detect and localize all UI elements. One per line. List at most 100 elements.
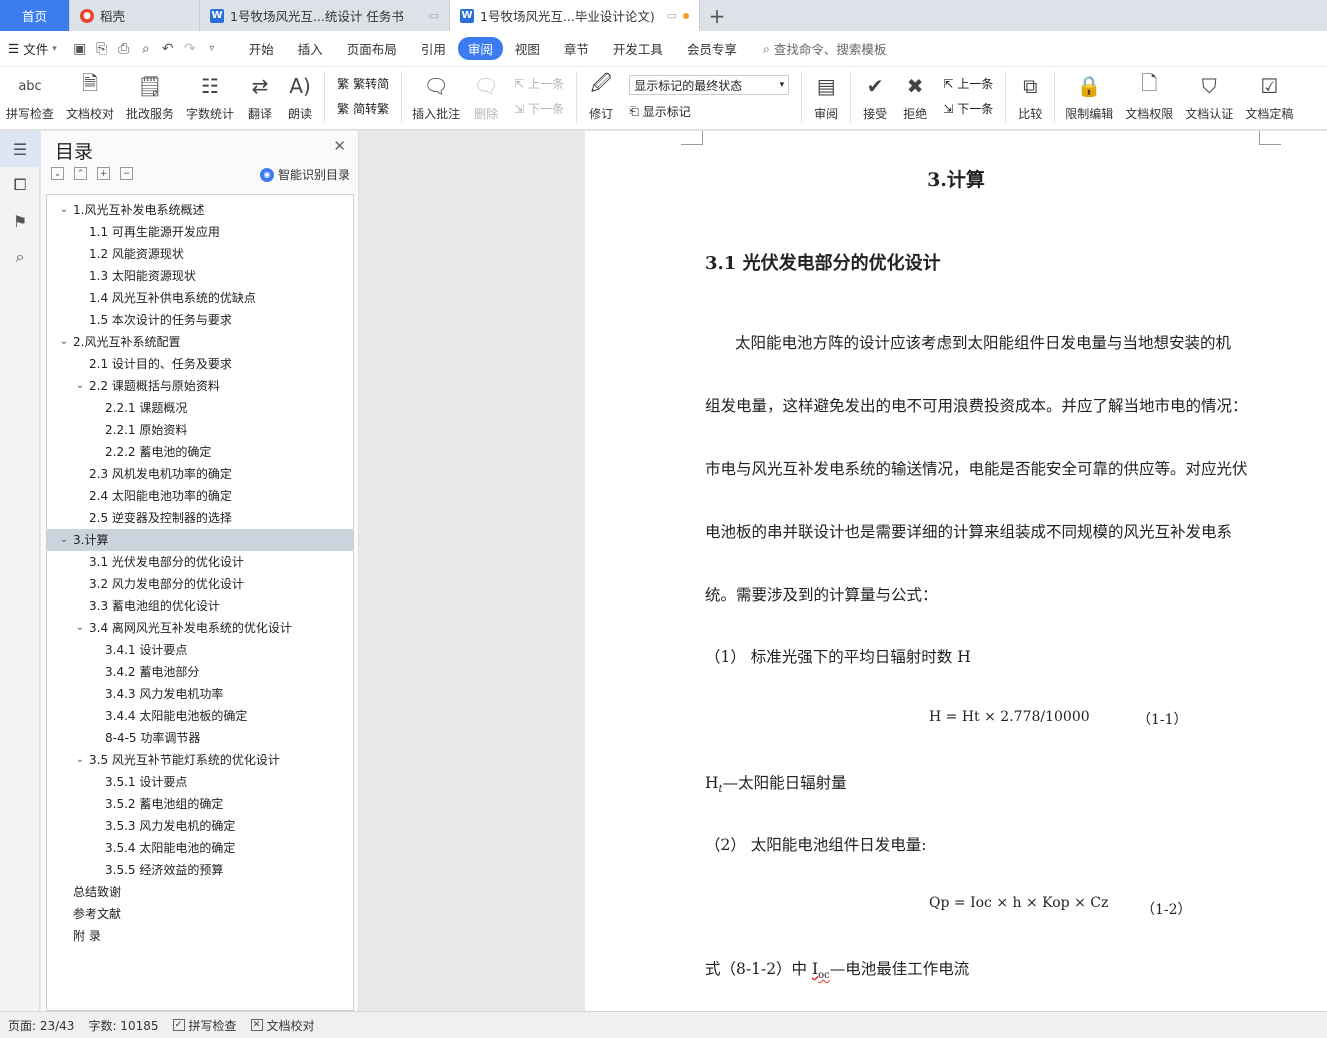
toc-item[interactable]: ⌄ 3.4 离网风光互补发电系统的优化设计 (47, 617, 353, 639)
toc-item[interactable]: 2.2.2 蓄电池的确定 (47, 441, 353, 463)
toc-item[interactable]: 2.3 风机发电机功率的确定 (47, 463, 353, 485)
chevron-down-icon[interactable]: ⌄ (57, 331, 71, 353)
tab-doc-task[interactable]: W 1号牧场风光互...统设计 任务书 ▭ (200, 0, 450, 31)
menu-view[interactable]: 视图 (503, 39, 552, 58)
word-count-indicator[interactable]: 字数: 10185 (88, 1017, 158, 1034)
toc-item[interactable]: 1.4 风光互补供电系统的优缺点 (47, 287, 353, 309)
compare-button[interactable]: ⧉ 比较 (1010, 71, 1050, 122)
menu-start[interactable]: 开始 (237, 39, 286, 58)
redo-icon[interactable]: ↷ (179, 41, 201, 57)
toc-item[interactable]: 附 录 (47, 925, 353, 947)
show-markup-button[interactable]: ⎗ 显示标记 (629, 103, 789, 120)
screen-icon[interactable]: ▭ (667, 9, 677, 22)
toc-item[interactable]: 3.5.3 风力发电机的确定 (47, 815, 353, 837)
screen-icon[interactable]: ▭ (429, 9, 439, 22)
document-page[interactable]: 3.计算 3.1 光伏发电部分的优化设计 太阳能电池方阵的设计应该考虑到太阳能组… (585, 131, 1327, 1011)
toc-item[interactable]: 3.3 蓄电池组的优化设计 (47, 595, 353, 617)
toc-item[interactable]: 3.5.5 经济效益的预算 (47, 859, 353, 881)
to-traditional-button[interactable]: 繁繁转简 (337, 75, 389, 92)
toc-item[interactable]: 1.3 太阳能资源现状 (47, 265, 353, 287)
markup-state-select[interactable]: 显示标记的最终状态 ▾ (629, 75, 790, 95)
toc-item[interactable]: 2.2.1 课题概况 (47, 397, 353, 419)
toc-item[interactable]: 1.5 本次设计的任务与要求 (47, 309, 353, 331)
restrict-edit-button[interactable]: 🔒 限制编辑 (1059, 71, 1119, 122)
toc-item[interactable]: 3.5.2 蓄电池组的确定 (47, 793, 353, 815)
print-preview-icon[interactable]: ⌕ (135, 41, 157, 57)
collapse-all-icon[interactable]: ⌃ (74, 167, 87, 180)
toc-item[interactable]: 3.4.4 太阳能电池板的确定 (47, 705, 353, 727)
save-icon[interactable]: ▣ (69, 41, 91, 57)
doc-permission-button[interactable]: 🗋 文档权限 (1119, 71, 1179, 122)
review-pane-button[interactable]: ▤ 审阅 (806, 71, 846, 122)
toc-item[interactable]: 3.4.1 设计要点 (47, 639, 353, 661)
menu-insert[interactable]: 插入 (286, 39, 335, 58)
doc-proof-button[interactable]: 🗎 文档校对 (60, 71, 120, 122)
toc-item[interactable]: 总结致谢 (47, 881, 353, 903)
toc-item[interactable]: 3.5.1 设计要点 (47, 771, 353, 793)
toc-item[interactable]: 3.5.4 太阳能电池的确定 (47, 837, 353, 859)
toc-item[interactable]: 参考文献 (47, 903, 353, 925)
toc-item[interactable]: 1.1 可再生能源开发应用 (47, 221, 353, 243)
file-menu[interactable]: ☰ 文件 ▾ (8, 39, 57, 58)
menu-member[interactable]: 会员专享 (675, 39, 749, 58)
menu-developer[interactable]: 开发工具 (601, 39, 675, 58)
delete-comment-button[interactable]: 🗨 删除 (466, 71, 506, 122)
chevron-down-icon[interactable]: ⌄ (57, 199, 71, 221)
spell-check-button[interactable]: abc 拼写检查 (0, 71, 60, 122)
insert-comment-button[interactable]: 🗨 插入批注 (406, 71, 466, 122)
chevron-down-icon[interactable]: ⌄ (57, 529, 71, 551)
expand-all-icon[interactable]: ⌄ (51, 167, 64, 180)
toc-item[interactable]: 3.1 光伏发电部分的优化设计 (47, 551, 353, 573)
menu-page-layout[interactable]: 页面布局 (335, 39, 409, 58)
chevron-down-icon[interactable]: ⌄ (73, 617, 87, 639)
remove-heading-icon[interactable]: − (120, 167, 133, 180)
undo-icon[interactable]: ↶ (157, 41, 179, 57)
add-heading-icon[interactable]: + (97, 167, 110, 180)
read-aloud-button[interactable]: A) 朗读 (280, 71, 320, 122)
toc-nav-icon[interactable]: ☰ (0, 131, 40, 167)
new-tab-button[interactable]: + (700, 0, 734, 31)
command-search[interactable]: ⌕ 查找命令、搜索模板 (763, 39, 887, 58)
toc-item[interactable]: ⌄ 1.风光互补发电系统概述 (47, 199, 353, 221)
chevron-down-icon[interactable]: ⌄ (73, 375, 87, 397)
revise-button[interactable]: 🖉 修订 (581, 71, 621, 122)
toc-item[interactable]: 2.1 设计目的、任务及要求 (47, 353, 353, 375)
bookmark-icon[interactable]: ⚑ (0, 203, 40, 239)
status-doc-proof[interactable]: ✕ 文档校对 (250, 1017, 315, 1034)
toc-item[interactable]: 3.4.3 风力发电机功率 (47, 683, 353, 705)
next-comment-button[interactable]: ⇲ 下一条 (514, 100, 564, 117)
toc-item[interactable]: ⌄ 2.风光互补系统配置 (47, 331, 353, 353)
toc-item[interactable]: 8-4-5 功率调节器 (47, 727, 353, 749)
next-revision-button[interactable]: ⇲ 下一条 (943, 100, 993, 117)
prev-comment-button[interactable]: ⇱ 上一条 (514, 75, 564, 92)
toc-item[interactable]: 2.4 太阳能电池功率的确定 (47, 485, 353, 507)
close-icon[interactable]: ✕ (333, 137, 346, 155)
status-spell-check[interactable]: ✓ 拼写检查 (172, 1017, 237, 1034)
doc-final-button[interactable]: ☑ 文档定稿 (1239, 71, 1299, 122)
toc-item[interactable]: 3.2 风力发电部分的优化设计 (47, 573, 353, 595)
tab-daoke[interactable]: ● 稻壳 (70, 0, 200, 31)
search-icon[interactable]: ⌕ (0, 239, 40, 275)
quick-access-more-icon[interactable]: ▿ (201, 43, 223, 54)
chevron-down-icon[interactable]: ⌄ (73, 749, 87, 771)
toc-item[interactable]: 2.5 逆变器及控制器的选择 (47, 507, 353, 529)
toc-item[interactable]: 3.4.2 蓄电池部分 (47, 661, 353, 683)
menu-section[interactable]: 章节 (552, 39, 601, 58)
print-icon[interactable]: ⎙ (113, 41, 135, 57)
doc-cert-button[interactable]: ⛉ 文档认证 (1179, 71, 1239, 122)
toc-item[interactable]: 1.2 风能资源现状 (47, 243, 353, 265)
word-count-button[interactable]: ☷ 字数统计 (180, 71, 240, 122)
accept-button[interactable]: ✔ 接受 (855, 71, 895, 122)
toc-item[interactable]: ⌄ 3.5 风光互补节能灯系统的优化设计 (47, 749, 353, 771)
menu-review[interactable]: 审阅 (457, 37, 503, 60)
export-icon[interactable]: ⎘ (91, 41, 113, 57)
tab-home[interactable]: 首页 (0, 0, 70, 31)
to-simplified-button[interactable]: 繁简转繁 (337, 100, 389, 117)
toc-item[interactable]: 2.2.1 原始资料 (47, 419, 353, 441)
menu-references[interactable]: 引用 (409, 39, 458, 58)
chapter-nav-icon[interactable]: ⧠ (0, 167, 40, 203)
tab-doc-thesis[interactable]: W 1号牧场风光互...毕业设计论文) ▭ (450, 0, 700, 31)
page-indicator[interactable]: 页面: 23/43 (8, 1017, 74, 1034)
prev-revision-button[interactable]: ⇱ 上一条 (943, 75, 993, 92)
reject-button[interactable]: ✖ 拒绝 (895, 71, 935, 122)
